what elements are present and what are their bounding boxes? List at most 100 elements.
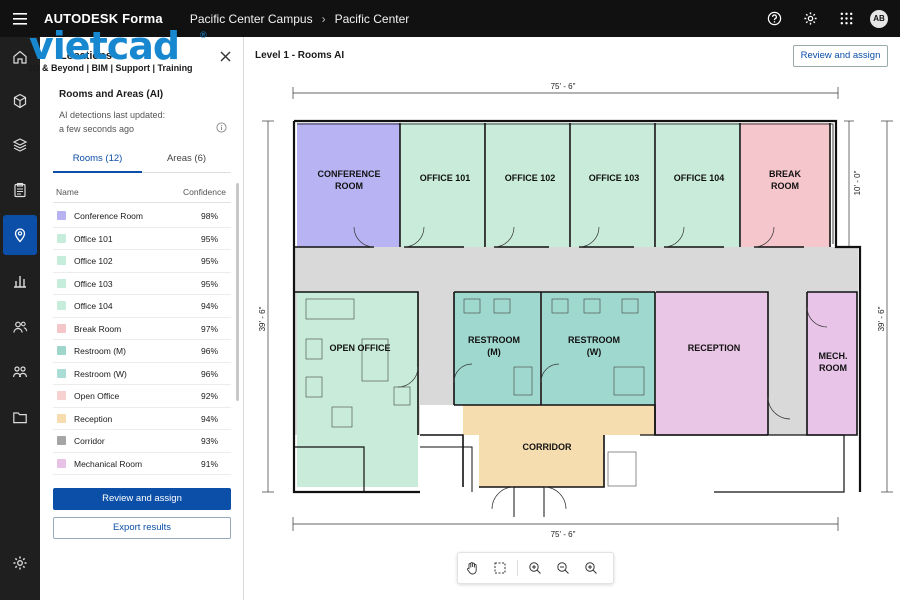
list-item[interactable]: Reception 94%: [53, 408, 231, 430]
dimension-top: 75' - 6": [551, 82, 576, 91]
review-and-assign-top-button[interactable]: Review and assign: [793, 45, 888, 67]
list-item[interactable]: Office 103 95%: [53, 273, 231, 295]
apps-grid-icon[interactable]: [828, 0, 864, 37]
label-office-104: OFFICE 104: [674, 173, 725, 183]
canvas-toolbar: [457, 552, 614, 584]
room-office-103[interactable]: [571, 123, 655, 247]
label-mech-2: ROOM: [819, 363, 847, 373]
close-icon[interactable]: [217, 48, 233, 64]
zoom-out-icon[interactable]: [549, 554, 577, 582]
ai-info-line1: AI detections last updated:: [59, 110, 166, 120]
scrollbar[interactable]: [236, 183, 239, 401]
users-icon[interactable]: [3, 307, 37, 347]
room-name: Office 102: [74, 256, 113, 266]
select-box-icon[interactable]: [486, 554, 514, 582]
list-item[interactable]: Office 102 95%: [53, 250, 231, 273]
people-icon[interactable]: [3, 352, 37, 392]
room-name: Office 104: [74, 301, 113, 311]
color-swatch: [57, 323, 66, 333]
watermark-tagline: 3D & Beyond | BIM | Support | Training: [28, 63, 193, 73]
room-name: Corridor: [74, 436, 105, 446]
gear-icon[interactable]: [792, 0, 828, 37]
list-item[interactable]: Office 104 94%: [53, 295, 231, 318]
user-avatar[interactable]: AB: [870, 9, 888, 28]
watermark-word: vietcad: [29, 24, 180, 68]
list-item[interactable]: Office 101 95%: [53, 228, 231, 250]
list-item[interactable]: Open Office 92%: [53, 385, 231, 408]
list-item[interactable]: Restroom (M) 96%: [53, 340, 231, 363]
left-rail: [0, 37, 40, 600]
breadcrumb-item-building[interactable]: Pacific Center: [335, 12, 410, 26]
ai-detection-info: AI detections last updated: a few second…: [59, 108, 219, 136]
rooms-table: Conference Room 98% Office 101 95% Office 10…: [53, 205, 231, 475]
label-open-office: OPEN OFFICE: [329, 343, 390, 353]
list-item[interactable]: Corridor 93%: [53, 430, 231, 453]
folder-icon[interactable]: [3, 397, 37, 437]
column-name[interactable]: Name: [56, 187, 79, 197]
pan-hand-icon[interactable]: [458, 554, 486, 582]
zoom-in-icon[interactable]: [521, 554, 549, 582]
label-restroom-m-1: RESTROOM: [468, 335, 520, 345]
label-break-2: ROOM: [771, 181, 799, 191]
room-confidence: 95%: [200, 233, 218, 244]
room-confidence: 94%: [200, 301, 218, 311]
color-swatch: [57, 346, 66, 355]
room-confidence: 96%: [200, 368, 218, 379]
list-item[interactable]: Mechanical Room 91%: [53, 453, 231, 475]
room-name: Restroom (M): [74, 346, 126, 356]
room-confidence: 93%: [200, 436, 218, 446]
bar-chart-icon[interactable]: [3, 261, 37, 301]
floor-plan-canvas[interactable]: 75' - 6" 75' - 6" 39' - 6" 39' - 6" 10' …: [244, 37, 900, 600]
toolbar-divider: [517, 560, 518, 576]
help-icon[interactable]: [756, 0, 792, 37]
room-confidence: 94%: [200, 413, 218, 424]
panel-tabs: Rooms (12) Areas (6): [53, 151, 231, 173]
room-confidence: 91%: [200, 458, 218, 469]
room-office-104[interactable]: [656, 123, 740, 247]
tab-rooms[interactable]: Rooms (12): [53, 151, 142, 173]
room-name: Restroom (W): [74, 368, 127, 379]
level-title: Level 1 - Rooms AI: [255, 50, 345, 61]
dimension-left: 39' - 6": [258, 306, 267, 331]
floor-plan[interactable]: 75' - 6" 75' - 6" 39' - 6" 39' - 6" 10' …: [244, 37, 900, 600]
color-swatch: [57, 413, 66, 423]
export-results-button[interactable]: Export results: [53, 517, 231, 539]
column-confidence[interactable]: Confidence: [183, 187, 226, 197]
layers-icon[interactable]: [3, 125, 37, 165]
clipboard-icon[interactable]: [3, 170, 37, 210]
location-pin-icon[interactable]: [3, 215, 37, 255]
list-item[interactable]: Restroom (W) 96%: [53, 363, 231, 385]
tab-areas[interactable]: Areas (6): [142, 151, 231, 173]
label-restroom-w-1: RESTROOM: [568, 335, 620, 345]
label-restroom-m-2: (M): [487, 347, 501, 357]
dimension-bottom: 75' - 6": [551, 530, 576, 539]
chevron-right-icon: ›: [321, 11, 326, 26]
locations-panel: Locations vietcad ® 3D & Beyond | BIM | …: [28, 24, 244, 600]
color-swatch: [57, 458, 66, 468]
color-swatch: [57, 436, 66, 445]
review-and-assign-button[interactable]: Review and assign: [53, 488, 231, 510]
room-office-101[interactable]: [401, 123, 485, 247]
color-swatch: [57, 256, 66, 265]
room-name: Mechanical Room: [74, 458, 143, 469]
room-confidence: 98%: [200, 211, 218, 221]
room-name: Office 101: [74, 233, 113, 244]
info-icon[interactable]: [216, 122, 227, 133]
color-swatch: [57, 391, 66, 400]
room-name: Conference Room: [74, 211, 143, 221]
list-item[interactable]: Break Room 97%: [53, 318, 231, 340]
list-item[interactable]: Conference Room 98%: [53, 205, 231, 228]
room-office-102[interactable]: [486, 123, 570, 247]
settings-icon[interactable]: [3, 543, 37, 583]
dimension-right: 39' - 6": [877, 306, 886, 331]
room-open-office[interactable]: [297, 292, 418, 487]
color-swatch: [57, 301, 66, 310]
room-confidence: 95%: [200, 278, 218, 289]
watermark-logo: vietcad ® 3D & Beyond | BIM | Support | …: [26, 24, 231, 79]
zoom-fit-icon[interactable]: [577, 554, 605, 582]
cube-icon[interactable]: [3, 81, 37, 121]
room-reception[interactable]: [656, 292, 768, 435]
room-confidence: 96%: [200, 346, 218, 356]
label-office-103: OFFICE 103: [589, 173, 640, 183]
label-office-101: OFFICE 101: [420, 173, 471, 183]
